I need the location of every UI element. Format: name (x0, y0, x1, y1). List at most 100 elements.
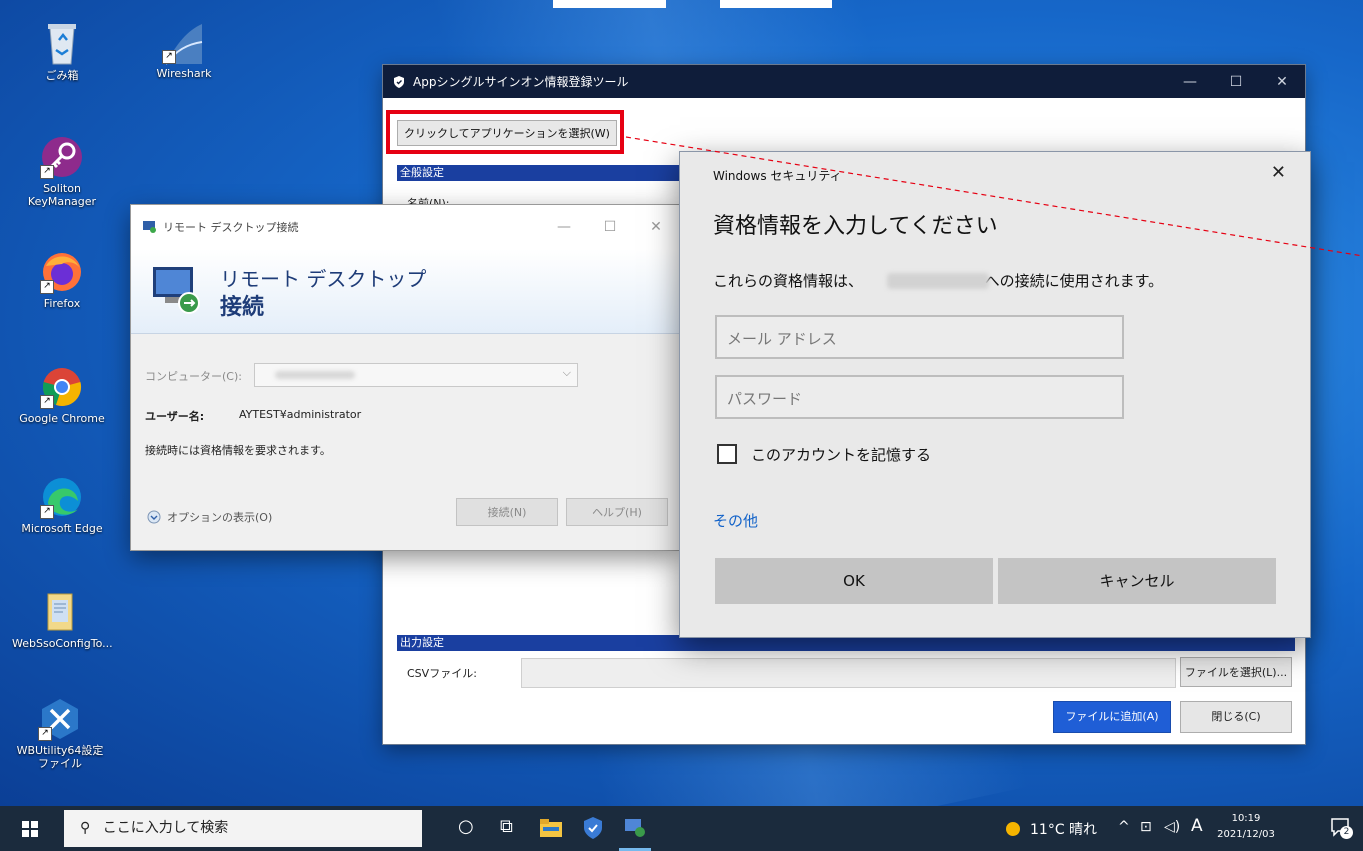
top-window-edge (720, 0, 832, 8)
csv-file-label: CSVファイル: (407, 667, 477, 680)
desktop-icon-label: WebSsoConfigTo... (12, 637, 113, 650)
connect-button[interactable]: 接続(N) (456, 498, 558, 526)
chevron-down-icon[interactable]: ⌵ (563, 366, 571, 380)
remote-desktop-window: リモート デスクトップ接続 — ☐ ✕ リモート デスクトップ 接続 コンピュー… (131, 205, 679, 550)
search-placeholder: ここに入力して検索 (102, 820, 229, 836)
desktop-icon-label: Google Chrome (19, 412, 105, 425)
taskbar-search-box[interactable]: ⚲ ここに入力して検索 (64, 810, 422, 847)
search-icon: ⚲ (80, 820, 91, 836)
desktop-icon-soliton-keymanager[interactable]: ↗ Soliton KeyManager (14, 135, 110, 208)
volume-icon[interactable]: ◁) (1164, 819, 1180, 835)
recycle-bin-icon (40, 20, 84, 65)
choose-file-button[interactable]: ファイルを選択(L)... (1180, 657, 1292, 687)
computer-combobox[interactable]: ⌵ (254, 363, 578, 387)
expand-circle-icon (147, 510, 161, 524)
desktop-icon-label: Wireshark (156, 67, 212, 80)
remote-desktop-icon (143, 221, 156, 233)
close-icon[interactable]: ✕ (1259, 74, 1305, 90)
shortcut-arrow-icon: ↗ (40, 165, 54, 179)
user-label: ユーザー名: (145, 410, 205, 423)
dialog-header: Windows セキュリティ (713, 169, 842, 183)
remember-account-label[interactable]: このアカウントを記憶する (751, 444, 931, 465)
taskbar: ⚲ ここに入力して検索 ○ ⧉ 11°C 晴れ ^ ⊡ ◁) A 10:19 2… (0, 806, 1363, 851)
redacted-computer-name (275, 371, 355, 379)
network-icon[interactable]: ⊡ (1140, 819, 1152, 835)
desktop-icon-recycle-bin[interactable]: ごみ箱 (14, 20, 110, 83)
remember-account-checkbox[interactable] (717, 444, 737, 464)
help-button[interactable]: ヘルプ(H) (566, 498, 668, 526)
windows-start-icon[interactable] (22, 821, 38, 837)
add-to-file-button[interactable]: ファイルに追加(A) (1053, 701, 1171, 733)
weather-text[interactable]: 11°C 晴れ (1030, 819, 1097, 839)
ime-indicator[interactable]: A (1191, 816, 1203, 836)
firefox-icon: ↗ (40, 250, 84, 294)
cortana-icon[interactable]: ○ (458, 816, 474, 837)
highlight-annotation-box (386, 110, 624, 154)
edge-icon: ↗ (40, 475, 84, 519)
desktop-icon-label: WBUtility64設定ファイル (16, 744, 104, 770)
show-options-link[interactable]: オプションの表示(O) (147, 509, 272, 525)
email-field[interactable]: メール アドレス (715, 315, 1124, 359)
more-choices-link[interactable]: その他 (713, 510, 758, 531)
remote-desktop-taskbar-icon[interactable] (624, 817, 646, 839)
app-window-title: Appシングルサインオン情報登録ツール (413, 75, 629, 89)
desktop-icon-microsoft-edge[interactable]: ↗ Microsoft Edge (14, 475, 110, 535)
clock-date: 2021/12/03 (1217, 829, 1275, 840)
general-settings-header: 全般設定 (397, 165, 696, 181)
close-button[interactable]: 閉じる(C) (1180, 701, 1292, 733)
minimize-icon[interactable]: — (1167, 74, 1213, 90)
shield-icon (394, 75, 404, 88)
ok-button[interactable]: OK (715, 558, 993, 604)
credential-prompt-text: 接続時には資格情報を要求されます。 (145, 444, 331, 457)
close-icon[interactable]: ✕ (1271, 162, 1286, 183)
chrome-icon: ↗ (40, 365, 84, 409)
shortcut-arrow-icon: ↗ (162, 50, 176, 64)
rdp-heading-line1: リモート デスクトップ (220, 267, 427, 291)
desktop-icon-wbutility[interactable]: ↗ WBUtility64設定ファイル (12, 697, 108, 770)
user-value: AYTEST¥administrator (239, 408, 362, 421)
maximize-icon[interactable]: ☐ (1213, 74, 1259, 90)
windows-security-dialog: Windows セキュリティ ✕ 資格情報を入力してください これらの資格情報は… (680, 152, 1310, 637)
app-window-titlebar[interactable]: Appシングルサインオン情報登録ツール — ☐ ✕ (383, 65, 1305, 98)
sso-tool-shield-icon[interactable] (583, 817, 603, 839)
tools-icon: ↗ (38, 697, 82, 741)
file-explorer-icon[interactable] (540, 819, 562, 837)
top-window-edge (553, 0, 666, 8)
csv-file-input[interactable] (521, 658, 1176, 688)
shortcut-arrow-icon: ↗ (40, 395, 54, 409)
description-suffix: への接続に使用されます。 (984, 272, 1164, 290)
desktop-icon-wireshark[interactable]: ↗ Wireshark (136, 20, 232, 80)
desktop-icon-firefox[interactable]: ↗ Firefox (14, 250, 110, 310)
desktop-icon-label: ごみ箱 (45, 69, 79, 82)
computer-label: コンピューター(C): (145, 370, 242, 383)
maximize-icon[interactable]: ☐ (587, 219, 633, 235)
desktop-icon-websso-config[interactable]: WebSsoConfigTo... (12, 590, 113, 650)
remote-desktop-monitor-icon (153, 267, 200, 314)
show-options-label: オプションの表示(O) (167, 511, 273, 524)
output-settings-header: 出力設定 (397, 635, 1295, 651)
desktop-icon-label: Microsoft Edge (21, 522, 103, 535)
notification-center-icon[interactable]: 2 (1330, 817, 1353, 839)
close-icon[interactable]: ✕ (633, 219, 679, 235)
shortcut-arrow-icon: ↗ (40, 505, 54, 519)
cancel-button[interactable]: キャンセル (998, 558, 1276, 604)
rdp-heading-line2: 接続 (220, 295, 265, 320)
password-field[interactable]: パスワード (715, 375, 1124, 419)
dialog-title: 資格情報を入力してください (713, 214, 998, 239)
notification-badge: 2 (1340, 826, 1353, 839)
rdp-banner: リモート デスクトップ 接続 (131, 249, 679, 334)
shortcut-arrow-icon: ↗ (38, 727, 52, 741)
description-prefix: これらの資格情報は、 (713, 272, 864, 290)
task-view-icon[interactable]: ⧉ (500, 816, 513, 837)
shortcut-arrow-icon: ↗ (40, 280, 54, 294)
clock[interactable]: 10:19 2021/12/03 (1212, 811, 1280, 843)
redacted-server-name (887, 273, 989, 289)
desktop-icon-google-chrome[interactable]: ↗ Google Chrome (14, 365, 110, 425)
wireshark-icon: ↗ (162, 20, 206, 65)
rdp-titlebar[interactable]: リモート デスクトップ接続 — ☐ ✕ (131, 205, 679, 249)
desktop-icon-label: Firefox (43, 297, 81, 310)
minimize-icon[interactable]: — (541, 219, 587, 235)
chevron-up-icon[interactable]: ^ (1118, 819, 1130, 835)
weather-sun-icon (1006, 822, 1020, 836)
document-icon (38, 590, 82, 634)
